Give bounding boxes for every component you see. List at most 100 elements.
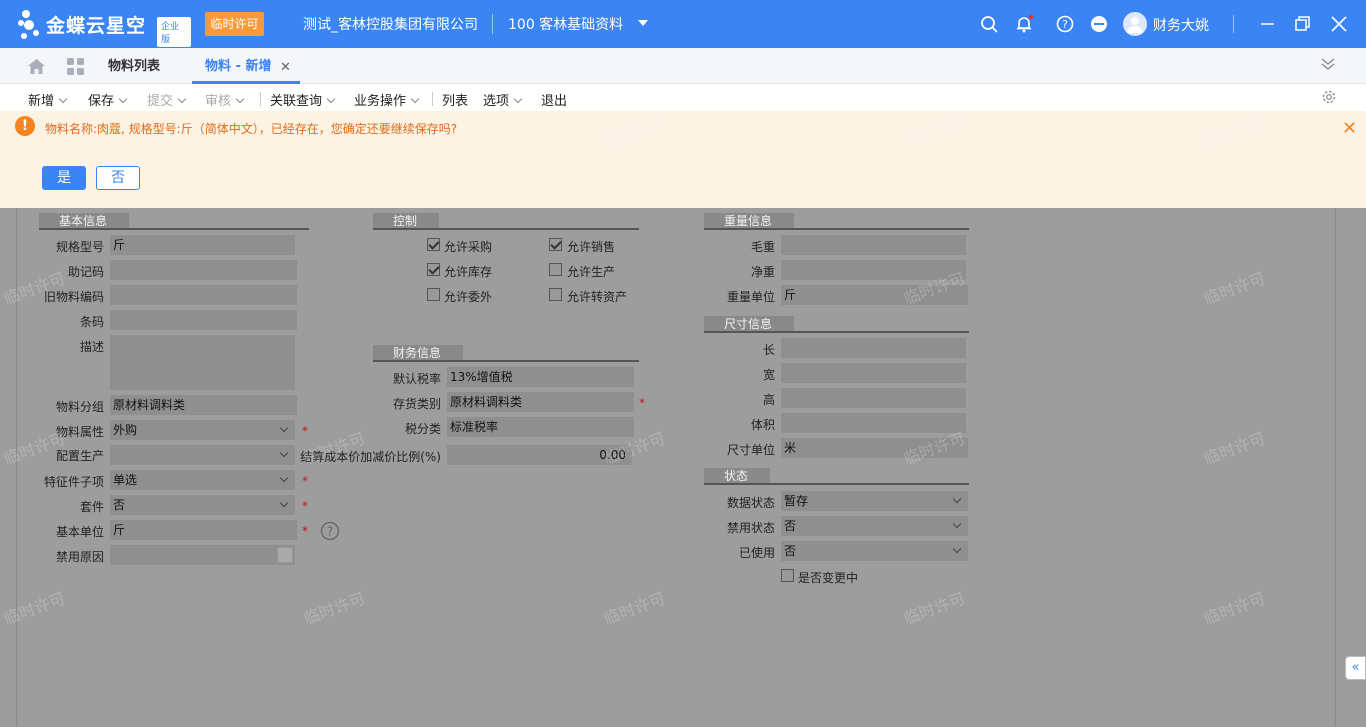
more-icon[interactable]: [1089, 14, 1109, 34]
required-mark: *: [302, 499, 308, 513]
tab-close-icon[interactable]: ✕: [280, 60, 291, 75]
old-code-field[interactable]: [110, 285, 297, 305]
lookup-button[interactable]: [277, 547, 293, 563]
kit-select[interactable]: 否: [110, 495, 295, 515]
settings-gear-icon[interactable]: [1321, 89, 1337, 105]
barcode-field[interactable]: [110, 310, 297, 330]
top-bar: 金蝶云星空 企业版 临时许可 测试_客林控股集团有限公司 100 客林基础资料 …: [0, 0, 1366, 48]
volume-field[interactable]: [781, 413, 966, 433]
attr-select[interactable]: 外购: [110, 420, 295, 440]
avatar[interactable]: [1123, 12, 1147, 36]
description-textarea[interactable]: [110, 335, 295, 390]
size-unit-field[interactable]: 米: [781, 438, 968, 458]
group-label: 物料分组: [55, 400, 104, 414]
divider: [1233, 15, 1234, 33]
new-button[interactable]: 新增: [28, 90, 68, 109]
allow-outsource-checkbox[interactable]: [427, 288, 440, 301]
svg-text:?: ?: [1062, 18, 1068, 31]
markup-ratio-field[interactable]: 0.00: [447, 445, 632, 465]
size-unit-label: 尺寸单位: [726, 443, 775, 457]
chevron-down-icon: [410, 94, 420, 104]
tax-class-field[interactable]: 标准税率: [447, 417, 634, 437]
help-circle-icon[interactable]: ?: [320, 521, 340, 541]
weight-unit-field[interactable]: 斤: [781, 285, 968, 305]
material-form: 基本信息 规格型号 斤 助记码 旧物料编码 条码 描述 物料分组 原材料调料类 …: [16, 208, 1336, 727]
options-button[interactable]: 选项: [483, 90, 523, 109]
list-button[interactable]: 列表: [442, 90, 468, 109]
chevron-down-icon: [58, 94, 68, 104]
width-field[interactable]: [781, 363, 966, 383]
allow-stock-label: 允许库存: [444, 265, 493, 279]
allow-sale-checkbox[interactable]: [549, 238, 562, 251]
chevron-down-icon: [118, 94, 128, 104]
section-title-control: 控制: [373, 213, 439, 229]
feature-select[interactable]: 单选: [110, 470, 295, 490]
banner-close-icon[interactable]: ✕: [1342, 118, 1357, 139]
barcode-label: 条码: [79, 315, 104, 329]
divider: [260, 92, 261, 106]
net-weight-field[interactable]: [781, 260, 966, 280]
confirm-no-button[interactable]: 否: [96, 166, 140, 190]
close-icon[interactable]: [1329, 14, 1349, 34]
temp-license-badge[interactable]: 临时许可: [205, 12, 264, 36]
height-field[interactable]: [781, 388, 966, 408]
gross-weight-field[interactable]: [781, 235, 966, 255]
forbid-status-select[interactable]: 否: [781, 516, 968, 536]
group-field[interactable]: 原材料调料类: [110, 395, 297, 415]
tab-material-list[interactable]: 物料列表: [108, 48, 160, 84]
save-button[interactable]: 保存: [88, 90, 128, 109]
kit-label: 套件: [79, 500, 104, 514]
gross-weight-label: 毛重: [750, 240, 775, 254]
help-icon[interactable]: ?: [1055, 14, 1075, 34]
forbid-status-label: 禁用状态: [726, 521, 775, 535]
toolbar: 新增 保存 提交 审核 关联查询 业务操作 列表 选项 退出: [0, 84, 1366, 111]
used-select[interactable]: 否: [781, 541, 968, 561]
related-query-button[interactable]: 关联查询: [270, 90, 336, 109]
net-weight-label: 净重: [750, 265, 775, 279]
length-field[interactable]: [781, 338, 966, 358]
spec-field[interactable]: 斤: [110, 235, 295, 255]
section-title-basic: 基本信息: [39, 213, 129, 229]
config-select[interactable]: [110, 445, 295, 465]
changing-checkbox[interactable]: [781, 569, 794, 582]
markup-ratio-label: 结算成本价加减价比例(%): [300, 450, 441, 464]
home-icon[interactable]: [27, 58, 46, 75]
base-unit-field[interactable]: 斤: [110, 520, 297, 540]
allow-produce-checkbox[interactable]: [549, 263, 562, 276]
collapse-down-icon[interactable]: [1321, 57, 1335, 71]
logo-dots-icon: [18, 10, 39, 39]
company-name[interactable]: 测试_客林控股集团有限公司: [303, 14, 478, 34]
section-title-size: 尺寸信息: [704, 316, 794, 332]
allow-stock-checkbox[interactable]: [427, 263, 440, 276]
allow-purchase-checkbox[interactable]: [427, 238, 440, 251]
submit-button[interactable]: 提交: [147, 90, 187, 109]
restore-icon[interactable]: [1293, 14, 1313, 34]
chevron-down-icon: [235, 94, 245, 104]
username[interactable]: 财务大姚: [1153, 15, 1209, 35]
allow-asset-checkbox[interactable]: [549, 288, 562, 301]
apps-grid-icon[interactable]: [67, 58, 84, 75]
search-icon[interactable]: [979, 14, 999, 34]
forbid-reason-label: 禁用原因: [55, 550, 104, 564]
old-code-label: 旧物料编码: [43, 290, 104, 304]
changing-label: 是否变更中: [798, 571, 859, 585]
allow-produce-label: 允许生产: [567, 265, 616, 279]
audit-button[interactable]: 审核: [205, 90, 245, 109]
bell-icon[interactable]: [1014, 14, 1034, 34]
config-label: 配置生产: [55, 449, 104, 463]
exit-button[interactable]: 退出: [541, 90, 567, 109]
tax-rate-field[interactable]: 13%增值税: [447, 367, 634, 387]
business-ops-button[interactable]: 业务操作: [354, 90, 420, 109]
expand-panel-button[interactable]: «: [1345, 656, 1366, 680]
tab-material-new[interactable]: 物料 - 新增: [205, 48, 271, 84]
caret-down-icon[interactable]: [638, 20, 648, 26]
confirm-yes-button[interactable]: 是: [42, 166, 86, 190]
org-selector[interactable]: 100 客林基础资料: [508, 14, 623, 34]
minimize-icon[interactable]: [1258, 14, 1278, 34]
kingdee-logo[interactable]: 金蝶云星空 企业版: [16, 6, 191, 47]
forbid-reason-field[interactable]: [110, 545, 295, 565]
data-status-select[interactable]: 暂存: [781, 491, 968, 511]
mnemonic-field[interactable]: [110, 260, 297, 280]
divider: [492, 14, 493, 34]
stock-category-field[interactable]: 原材料调料类: [447, 392, 634, 412]
